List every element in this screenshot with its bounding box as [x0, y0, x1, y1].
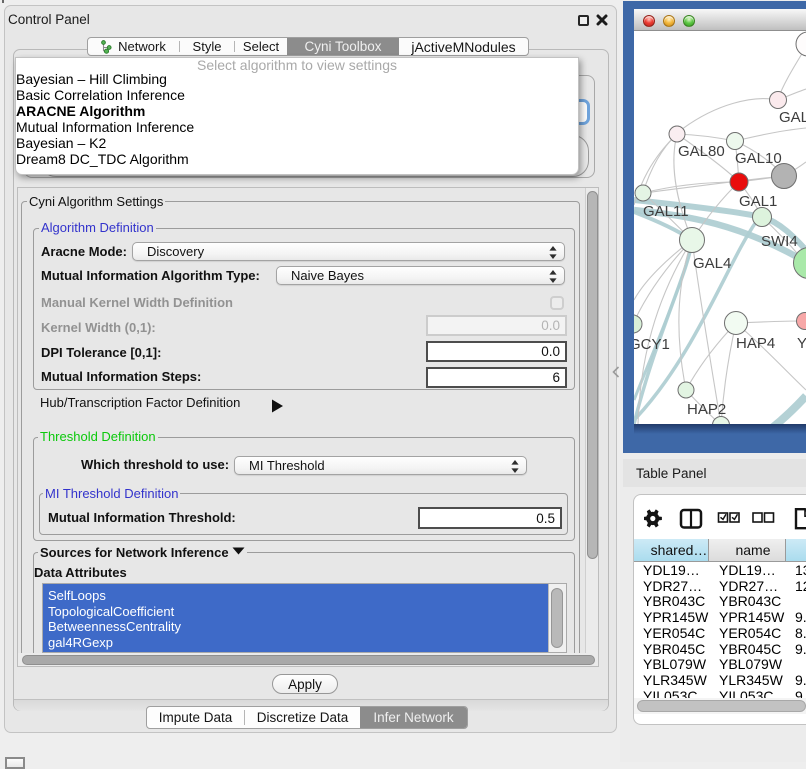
- svg-text:GAL10: GAL10: [735, 150, 782, 167]
- svg-text:GAL80: GAL80: [678, 143, 725, 160]
- svg-text:HAP2: HAP2: [687, 401, 726, 418]
- svg-text:SWI4: SWI4: [761, 233, 798, 250]
- svg-text:GAL7: GAL7: [779, 109, 806, 126]
- svg-text:GAL4: GAL4: [693, 255, 731, 272]
- svg-text:Y: Y: [797, 335, 806, 352]
- svg-text:GAL1: GAL1: [739, 193, 777, 210]
- svg-text:GCY1: GCY1: [634, 336, 670, 353]
- svg-text:HAP4: HAP4: [736, 335, 775, 352]
- svg-text:GAL11: GAL11: [643, 203, 689, 220]
